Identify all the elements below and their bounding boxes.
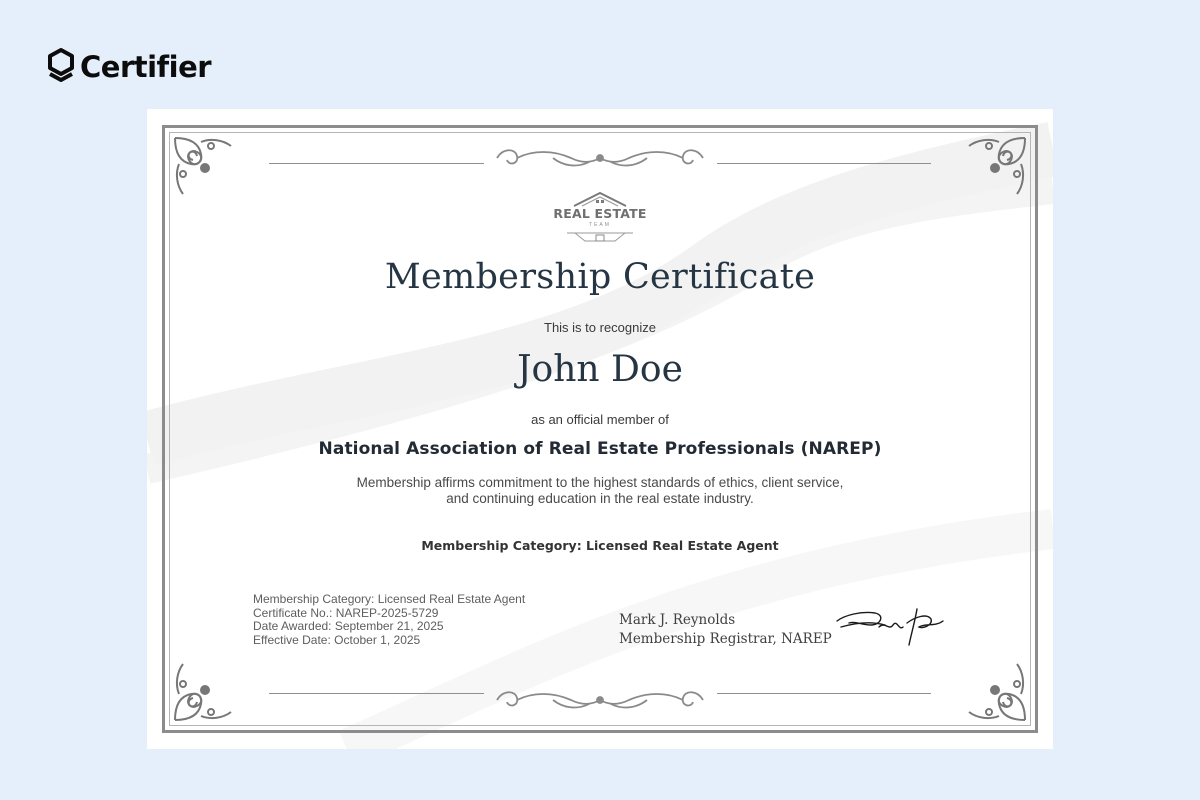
brand-name: Certifier <box>80 50 212 84</box>
certificate: REAL ESTATE TEAM Membership Certificate … <box>147 109 1053 749</box>
certificate-details: Membership Category: Licensed Real Estat… <box>253 592 526 648</box>
house-roof-icon <box>573 191 627 207</box>
membership-category: Membership Category: Licensed Real Estat… <box>421 538 779 553</box>
scroll-ornament-icon <box>496 149 704 167</box>
organization-name: National Association of Real Estate Prof… <box>318 439 882 459</box>
detail-line: Effective Date: October 1, 2025 <box>253 633 421 648</box>
logo-base-icon <box>567 232 633 242</box>
signer-block: Mark J. Reynolds Membership Registrar, N… <box>619 611 832 649</box>
signer-title: Membership Registrar, NAREP <box>619 631 832 647</box>
certifier-shield-icon <box>48 48 74 82</box>
logo-subtitle: TEAM <box>589 222 611 228</box>
detail-line: Date Awarded: September 21, 2025 <box>253 619 444 634</box>
corner-ornament-icon <box>968 137 1026 195</box>
detail-line: Certificate No.: NAREP-2025-5729 <box>253 605 439 620</box>
scroll-ornament-icon <box>496 691 704 709</box>
top-right-rule <box>717 163 931 164</box>
logo-title: REAL ESTATE <box>553 206 647 221</box>
top-left-rule <box>269 163 484 164</box>
real-estate-logo: REAL ESTATE TEAM <box>545 191 655 243</box>
certificate-title: Membership Certificate <box>384 257 816 297</box>
bottom-right-rule <box>717 693 931 694</box>
handwritten-signature <box>836 608 944 646</box>
corner-ornament-icon <box>968 663 1026 721</box>
intro-text: This is to recognize <box>544 320 656 335</box>
corner-ornament-icon <box>174 663 232 721</box>
recipient-name: John Doe <box>517 349 683 390</box>
corner-ornament-icon <box>174 137 232 195</box>
member-of-text: as an official member of <box>531 412 669 427</box>
detail-line: Membership Category: Licensed Real Estat… <box>253 592 526 606</box>
signer-name: Mark J. Reynolds <box>619 612 736 628</box>
bottom-left-rule <box>269 693 484 694</box>
certificate-description: Membership affirms commitment to the hig… <box>356 475 844 506</box>
brand-logo: Certifier <box>48 48 212 86</box>
